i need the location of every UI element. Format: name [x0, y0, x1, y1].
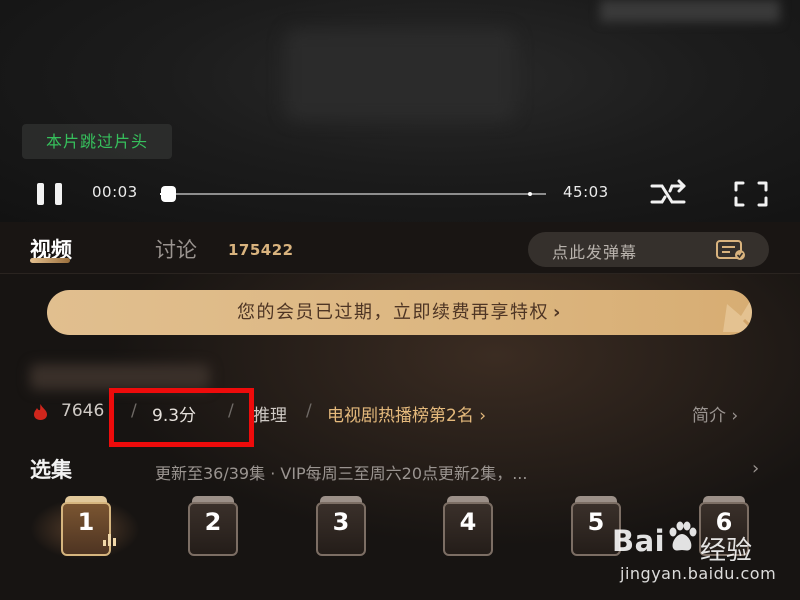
watermark-url: jingyan.baidu.com: [620, 564, 777, 583]
episode-item[interactable]: 4: [443, 496, 493, 558]
tab-bar: 视频 讨论 175422 点此发弹幕: [0, 222, 800, 274]
vip-renew-banner[interactable]: 您的会员已过期，立即续费再享特权 ›: [47, 290, 752, 335]
update-schedule[interactable]: 更新至36/39集 · VIP每周三至周六20点更新2集，...: [155, 460, 527, 484]
tab-comments[interactable]: 讨论: [155, 234, 197, 264]
meta-separator: /: [306, 401, 312, 421]
crown-icon: [723, 298, 752, 332]
video-overlay-blur: [600, 0, 780, 22]
video-frame-blur: [285, 30, 515, 120]
vip-banner-text: 您的会员已过期，立即续费再享特权 ›: [47, 290, 752, 335]
heat-value: 7646: [61, 401, 105, 421]
progress-marker: [528, 192, 532, 196]
genre-tag[interactable]: 推理: [253, 401, 287, 426]
skip-intro-badge[interactable]: 本片跳过片头: [22, 124, 173, 159]
episode-item[interactable]: 2: [188, 496, 238, 558]
playing-icon: [103, 534, 117, 546]
danmu-input[interactable]: 点此发弹幕: [528, 232, 769, 267]
danmu-icon-svg: [716, 240, 745, 260]
show-title-blurred: [30, 364, 210, 390]
danmu-settings-icon[interactable]: [715, 238, 747, 262]
screen-cast-button[interactable]: [648, 178, 688, 210]
current-time: 00:03: [92, 183, 138, 201]
total-time: 45:03: [563, 183, 609, 201]
episode-item[interactable]: 1: [61, 496, 116, 558]
baidu-logo-text: Bai: [612, 524, 666, 558]
chevron-right-icon: ›: [553, 302, 562, 323]
episode-number: 1: [77, 508, 95, 536]
chevron-right-icon[interactable]: ›: [752, 458, 759, 479]
episode-item[interactable]: 3: [316, 496, 366, 558]
heat-flame-icon: [34, 404, 47, 420]
ranking-link[interactable]: 电视剧热播榜第2名 ›: [327, 401, 486, 426]
episodes-header: 选集 更新至36/39集 · VIP每周三至周六20点更新2集，... ›: [0, 454, 800, 484]
fullscreen-button[interactable]: [733, 180, 769, 208]
baidu-paw-icon: [669, 521, 697, 551]
pause-icon-bar: [54, 183, 62, 205]
fullscreen-icon: [734, 181, 768, 207]
pause-button[interactable]: [30, 180, 68, 208]
episode-number: 3: [332, 508, 350, 536]
screen-cast-icon: [650, 179, 686, 204]
progress-slider[interactable]: [160, 186, 546, 202]
intro-link[interactable]: 简介 ›: [692, 401, 738, 426]
video-player[interactable]: 本片跳过片头 00:03 45:03: [0, 0, 800, 222]
score-highlight-box: [109, 388, 254, 447]
danmu-placeholder: 点此发弹幕: [552, 243, 638, 262]
episode-number: 2: [204, 508, 222, 536]
comments-count: 175422: [228, 241, 294, 259]
episode-number: 4: [459, 508, 477, 536]
app-screen: 本片跳过片头 00:03 45:03 视频 讨论 175422 点此发弹幕 您的…: [0, 0, 800, 600]
baidu-jingyan-text: 经验: [700, 536, 753, 566]
progress-thumb[interactable]: [161, 186, 176, 202]
episodes-title: 选集: [30, 458, 72, 482]
player-controls: 00:03 45:03: [0, 176, 800, 212]
active-tab-indicator: [30, 258, 70, 263]
pause-icon-bar: [36, 183, 44, 205]
vip-banner-label: 您的会员已过期，立即续费再享特权: [237, 302, 550, 323]
